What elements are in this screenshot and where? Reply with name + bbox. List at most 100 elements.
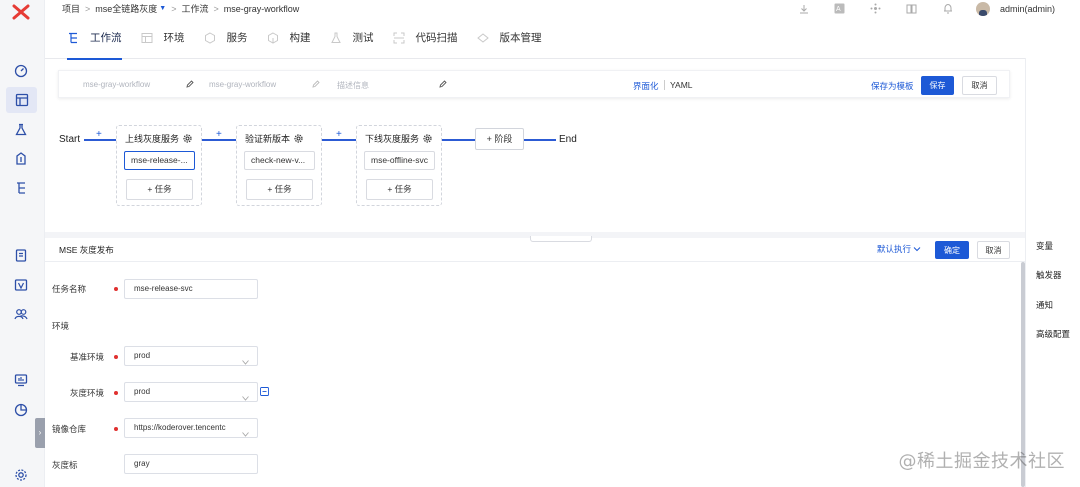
job-item[interactable]: check-new-v...: [244, 151, 315, 170]
variables-icon[interactable]: [13, 277, 29, 293]
mode-ui-toggle[interactable]: 界面化: [633, 80, 659, 92]
chevron-down-icon[interactable]: ▼: [159, 5, 166, 12]
save-button[interactable]: 保存: [921, 76, 954, 95]
cancel-button[interactable]: 取消: [962, 76, 997, 95]
base-env-value: prod: [134, 351, 151, 360]
tab-workflow[interactable]: 工作流: [67, 17, 122, 60]
tab-build[interactable]: 构建: [267, 17, 311, 59]
pipeline-connector: [442, 139, 475, 141]
side-item-notifications[interactable]: 通知: [1036, 299, 1053, 311]
gear-icon[interactable]: [423, 134, 432, 143]
workflow-name-input[interactable]: mse-gray-workflow: [83, 80, 150, 89]
task-name-input[interactable]: mse-release-svc: [124, 279, 258, 299]
version-icon: [476, 32, 489, 44]
save-as-template-button[interactable]: 保存为模板: [871, 80, 914, 92]
logo-icon[interactable]: [12, 4, 30, 20]
job-item[interactable]: mse-release-...: [124, 151, 195, 170]
edit-icon[interactable]: [186, 80, 194, 88]
gray-env-select[interactable]: prod: [124, 382, 258, 402]
registry-value: https://koderover.tencentc: [134, 423, 226, 432]
gray-env-label: 灰度环境: [70, 388, 105, 398]
collapse-rail-button[interactable]: ›: [35, 418, 45, 448]
insert-stage-button[interactable]: +: [96, 130, 102, 140]
translate-icon[interactable]: A: [822, 3, 858, 14]
chevron-down-icon: [242, 426, 249, 437]
right-side-panel: 变量 触发器 通知 高级配置: [1025, 58, 1080, 487]
download-icon[interactable]: [786, 4, 822, 14]
tab-environment[interactable]: 环境: [141, 17, 185, 59]
registry-select[interactable]: https://koderover.tencentc: [124, 418, 258, 438]
workflow-nav-icon[interactable]: [13, 180, 29, 196]
breadcrumb: 项目 > mse全链路灰度 ▼ > 工作流 > mse-gray-workflo…: [62, 2, 304, 15]
analytics-pie-icon[interactable]: [13, 402, 29, 418]
tab-label: 测试: [352, 32, 374, 44]
stage-name: 验证新版本: [245, 134, 291, 144]
base-env-label: 基准环境: [70, 352, 105, 362]
edit-icon[interactable]: [312, 80, 320, 88]
tab-test[interactable]: 测试: [330, 17, 374, 59]
plugins-icon[interactable]: [858, 3, 894, 14]
mode-yaml-toggle[interactable]: YAML: [664, 80, 693, 90]
chevron-down-icon: [242, 390, 249, 401]
panel-cancel-button[interactable]: 取消: [977, 241, 1010, 259]
run-policy-select[interactable]: 默认执行: [877, 243, 921, 255]
user-menu[interactable]: admin(admin): [975, 1, 1055, 16]
confirm-button[interactable]: 确定: [935, 241, 969, 259]
dashboard-icon[interactable]: [13, 63, 29, 79]
edit-icon[interactable]: [439, 80, 447, 88]
insert-stage-button[interactable]: +: [216, 130, 222, 140]
insert-stage-button[interactable]: +: [336, 130, 342, 140]
link-env-icon[interactable]: [260, 387, 269, 396]
tab-version[interactable]: 版本管理: [476, 17, 542, 59]
settings-gear-icon[interactable]: [13, 467, 29, 483]
add-task-button[interactable]: + 任务: [126, 179, 193, 200]
run-policy-label: 默认执行: [877, 244, 912, 254]
build-icon: [267, 31, 279, 44]
breadcrumb-project-name[interactable]: mse全链路灰度: [95, 2, 157, 15]
job-item[interactable]: mse-offline-svc: [364, 151, 435, 170]
clipboard-icon[interactable]: [13, 247, 29, 263]
notification-bell-icon[interactable]: [930, 3, 966, 14]
side-item-triggers[interactable]: 触发器: [1036, 269, 1062, 281]
topbar: 项目 > mse全链路灰度 ▼ > 工作流 > mse-gray-workflo…: [45, 0, 1080, 17]
gray-tag-input[interactable]: gray: [124, 454, 258, 474]
side-item-variables[interactable]: 变量: [1036, 240, 1053, 252]
stage-card: 下线灰度服务 mse-offline-svc + 任务: [356, 125, 442, 206]
tab-service[interactable]: 服务: [204, 17, 248, 59]
service-icon: [204, 31, 216, 44]
gear-icon[interactable]: [183, 134, 192, 143]
workflow-description-input[interactable]: 描述信息: [337, 80, 369, 91]
breadcrumb-section[interactable]: 工作流: [182, 2, 209, 15]
add-stage-button[interactable]: + 阶段: [475, 128, 524, 150]
task-panel-title: MSE 灰度发布: [59, 245, 114, 255]
avatar: [975, 1, 990, 16]
tab-label: 版本管理: [499, 32, 542, 44]
add-task-button[interactable]: + 任务: [246, 179, 313, 200]
tab-label: 环境: [163, 32, 185, 44]
testing-icon[interactable]: [13, 122, 29, 138]
stage-name: 上线灰度服务: [125, 134, 180, 144]
projects-icon[interactable]: [6, 87, 37, 113]
monitor-icon[interactable]: [13, 372, 29, 388]
gray-tag-label: 灰度标: [52, 460, 78, 470]
docs-book-icon[interactable]: [894, 3, 930, 14]
add-task-button[interactable]: + 任务: [366, 179, 433, 200]
required-marker: [114, 355, 118, 359]
test-icon: [330, 32, 342, 44]
base-env-select[interactable]: prod: [124, 346, 258, 366]
scan-icon: [393, 32, 405, 44]
required-marker: [114, 427, 118, 431]
breadcrumb-separator: >: [213, 3, 219, 14]
workflow-display-name-input[interactable]: mse-gray-workflow: [209, 80, 276, 89]
gear-icon[interactable]: [294, 134, 303, 143]
environment-icon: [141, 32, 153, 44]
chevron-down-icon: [913, 244, 921, 254]
top-actions: A admin(admin): [786, 0, 1080, 17]
stage-card: 上线灰度服务 mse-release-... + 任务: [116, 125, 202, 206]
breadcrumb-project-label[interactable]: 项目: [62, 2, 80, 15]
release-icon[interactable]: [13, 151, 29, 167]
pipeline-connector: [524, 139, 556, 141]
side-item-advanced[interactable]: 高级配置: [1036, 328, 1070, 340]
users-icon[interactable]: [13, 306, 29, 322]
tab-code-scan[interactable]: 代码扫描: [393, 17, 458, 59]
